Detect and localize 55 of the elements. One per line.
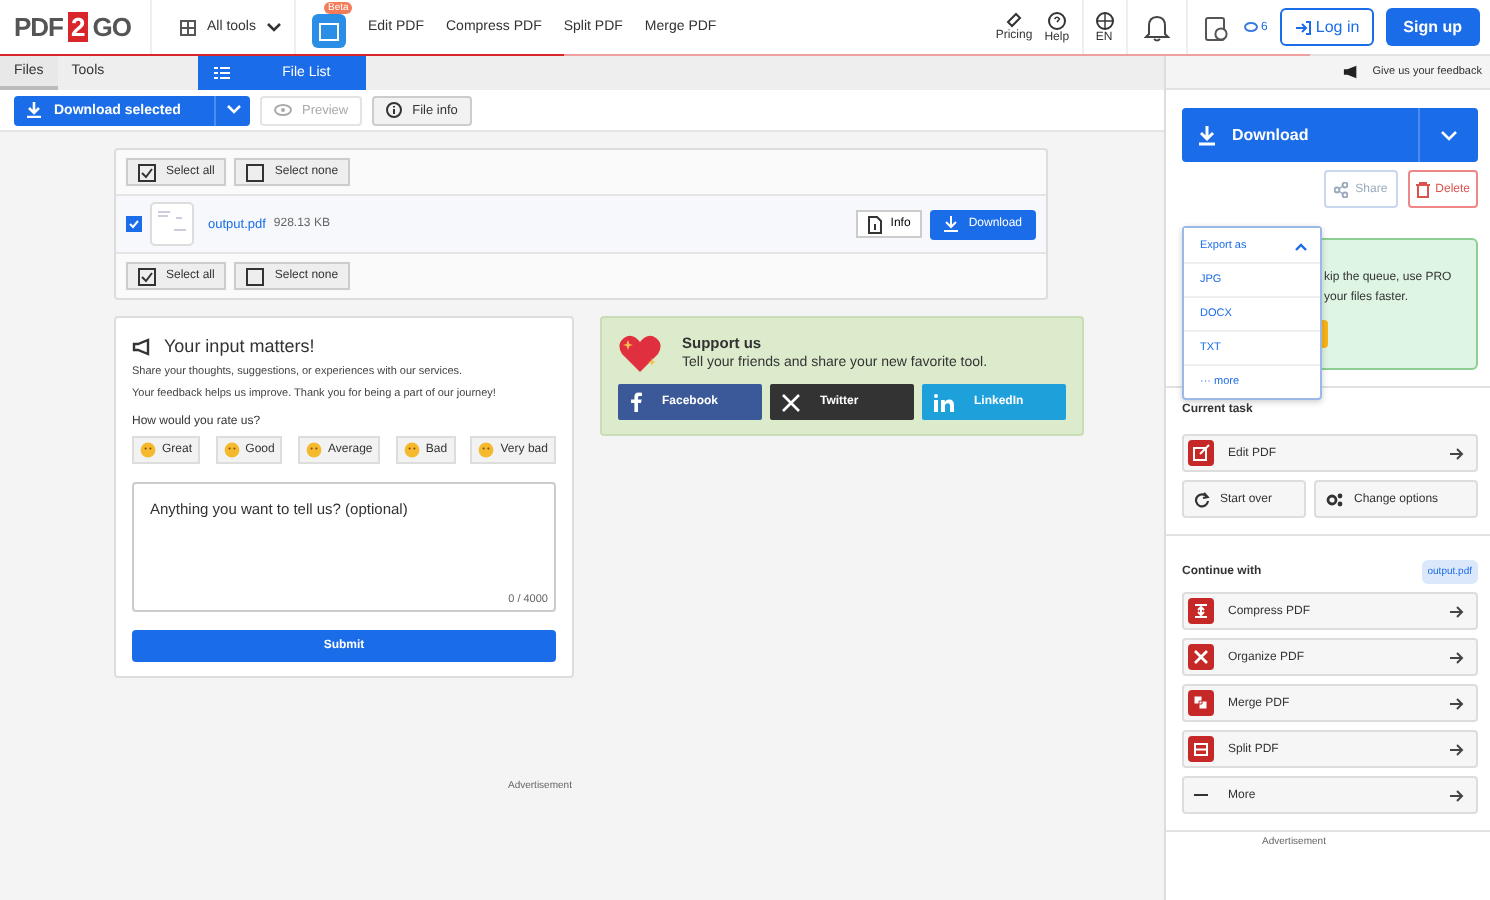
chevron-down-icon <box>225 104 241 116</box>
facebook-icon <box>630 392 642 412</box>
download-icon <box>944 216 959 232</box>
checked-box-icon <box>138 267 156 285</box>
list-icon <box>214 66 231 80</box>
arrow-right-icon <box>1450 651 1464 663</box>
split-icon <box>1188 736 1214 762</box>
app-icon[interactable] <box>311 14 346 48</box>
arrow-right-icon <box>1450 697 1464 709</box>
megaphone-icon <box>1342 64 1361 80</box>
chevron-down-icon[interactable] <box>265 21 282 33</box>
file-checkbox[interactable] <box>126 216 142 232</box>
smiley-icon <box>306 442 323 458</box>
login-icon <box>1293 19 1312 35</box>
arrow-right-icon <box>1450 743 1464 755</box>
download-icon <box>1198 125 1216 145</box>
dropdown-button[interactable] <box>214 95 250 125</box>
grid-icon <box>180 19 197 35</box>
linkedin-icon <box>934 393 954 411</box>
share-icon <box>1333 181 1348 197</box>
trash-icon <box>1415 181 1430 197</box>
tag-icon <box>1006 12 1023 28</box>
eye-icon <box>274 104 292 116</box>
merge-icon <box>1188 690 1214 716</box>
arrow-right-icon <box>1450 789 1464 801</box>
signup-button[interactable]: Sign up <box>1385 8 1480 46</box>
download-icon <box>26 102 42 118</box>
empty-box-icon <box>246 163 265 181</box>
arrow-right-icon <box>1450 605 1464 617</box>
feedback-title: Your input matters! <box>164 336 315 356</box>
x-icon <box>782 393 800 411</box>
arrow-right-icon <box>1450 447 1464 459</box>
smiley-icon <box>403 442 420 458</box>
heart-icon <box>618 334 662 374</box>
empty-box-icon <box>246 267 265 285</box>
cross-icon <box>1188 644 1214 670</box>
smiley-icon <box>478 442 495 458</box>
edit-icon <box>1188 440 1214 466</box>
compress-icon <box>1188 598 1214 624</box>
smiley-icon <box>140 442 156 458</box>
smiley-icon <box>223 442 240 458</box>
globe-icon <box>1095 11 1114 29</box>
chevron-down-icon <box>1440 129 1458 141</box>
file-thumbnail <box>150 202 194 246</box>
bell-icon[interactable] <box>1143 13 1170 41</box>
checked-box-icon <box>138 163 156 181</box>
info-icon <box>386 102 403 118</box>
refresh-icon <box>1194 491 1210 507</box>
help-icon <box>1047 11 1066 29</box>
chevron-icon <box>1294 241 1308 251</box>
login-button[interactable]: Log in <box>1279 8 1374 46</box>
download-button[interactable]: Download <box>1182 108 1418 162</box>
megaphone-icon <box>132 337 152 355</box>
document-icon <box>868 215 883 233</box>
clipboard-clock-icon[interactable] <box>1203 13 1228 41</box>
